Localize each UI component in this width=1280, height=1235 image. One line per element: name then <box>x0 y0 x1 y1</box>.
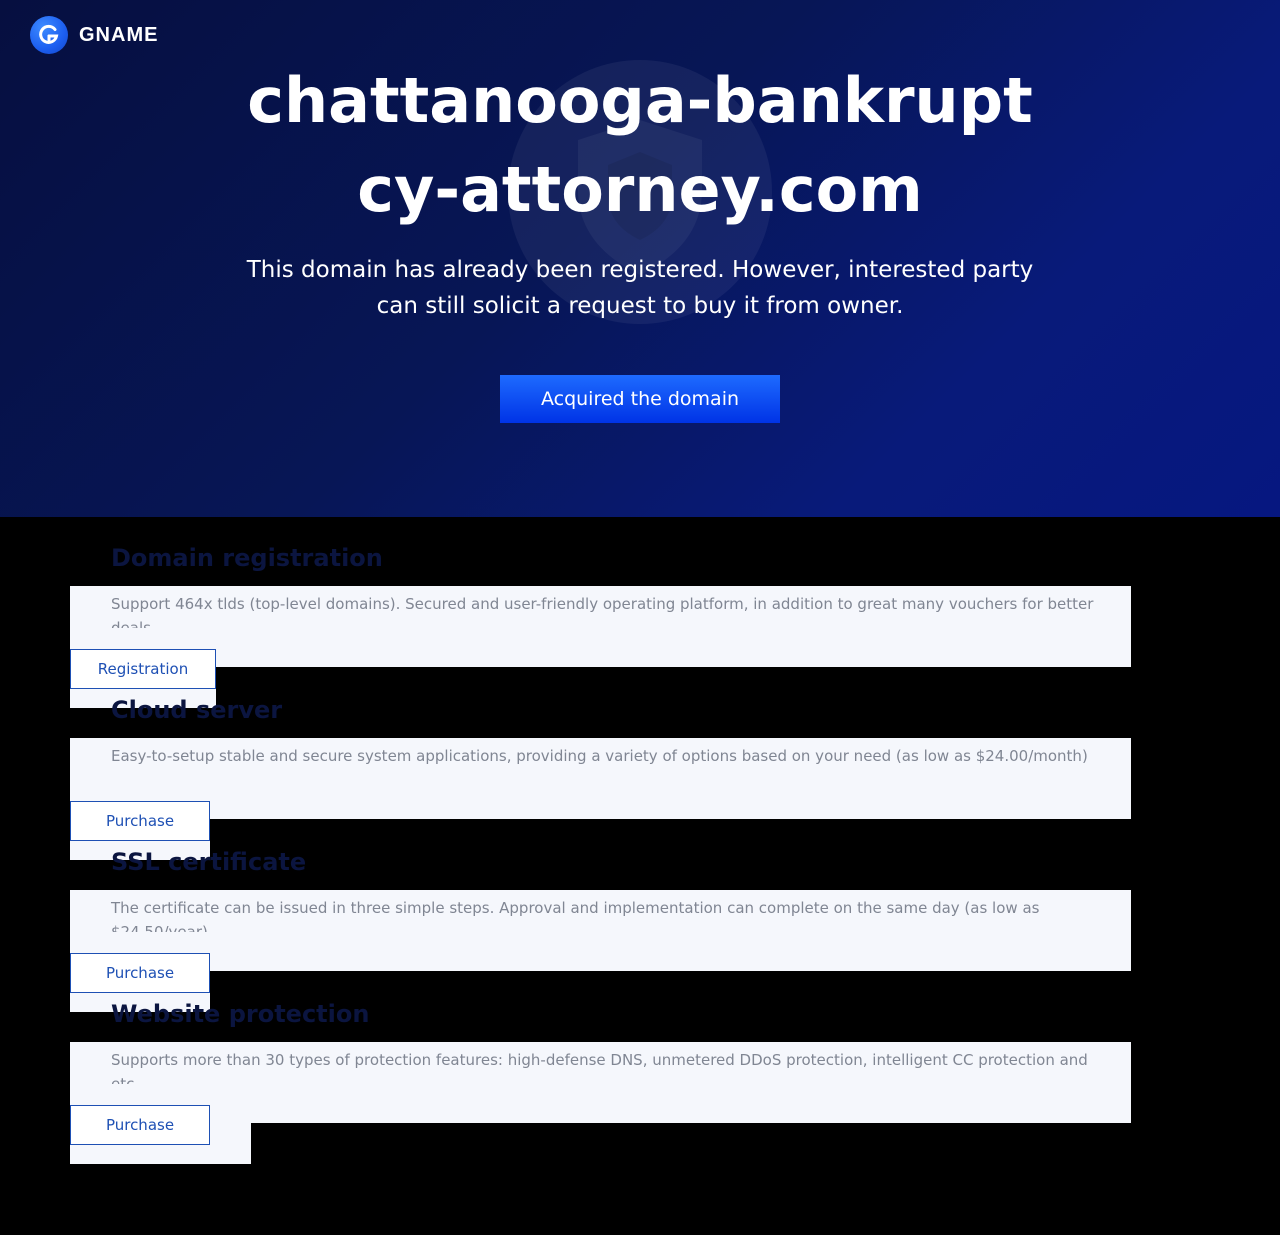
purchase-cloud-server-button[interactable]: Purchase <box>70 801 210 841</box>
service-card: Easy-to-setup stable and secure system a… <box>70 738 1131 819</box>
service-title: Cloud server <box>111 696 283 724</box>
service-description: The certificate can be issued in three s… <box>111 899 1040 941</box>
service-title: SSL certificate <box>111 848 307 876</box>
acquire-domain-button[interactable]: Acquired the domain <box>500 375 780 423</box>
domain-status-text: This domain has already been registered.… <box>246 257 1034 319</box>
domain-name-heading: chattanooga-bankruptcy-attorney.com <box>247 64 1033 226</box>
service-title: Website protection <box>111 1000 370 1028</box>
hero-banner: GNAME chattanooga-bankruptcy-attorney.co… <box>0 0 1280 517</box>
registration-button[interactable]: Registration <box>70 649 216 689</box>
service-description: Supports more than 30 types of protectio… <box>111 1051 1088 1093</box>
service-description: Support 464x tlds (top-level domains). S… <box>111 595 1094 637</box>
purchase-protection-button[interactable]: Purchase <box>70 1105 210 1145</box>
service-title: Domain registration <box>111 544 383 572</box>
service-card: Support 464x tlds (top-level domains). S… <box>70 586 1131 667</box>
gname-logo-icon <box>30 16 68 54</box>
purchase-ssl-button[interactable]: Purchase <box>70 953 210 993</box>
brand-logo[interactable]: GNAME <box>30 16 158 54</box>
service-description: Easy-to-setup stable and secure system a… <box>111 747 1088 765</box>
brand-name: GNAME <box>79 23 159 46</box>
service-card: The certificate can be issued in three s… <box>70 890 1131 971</box>
